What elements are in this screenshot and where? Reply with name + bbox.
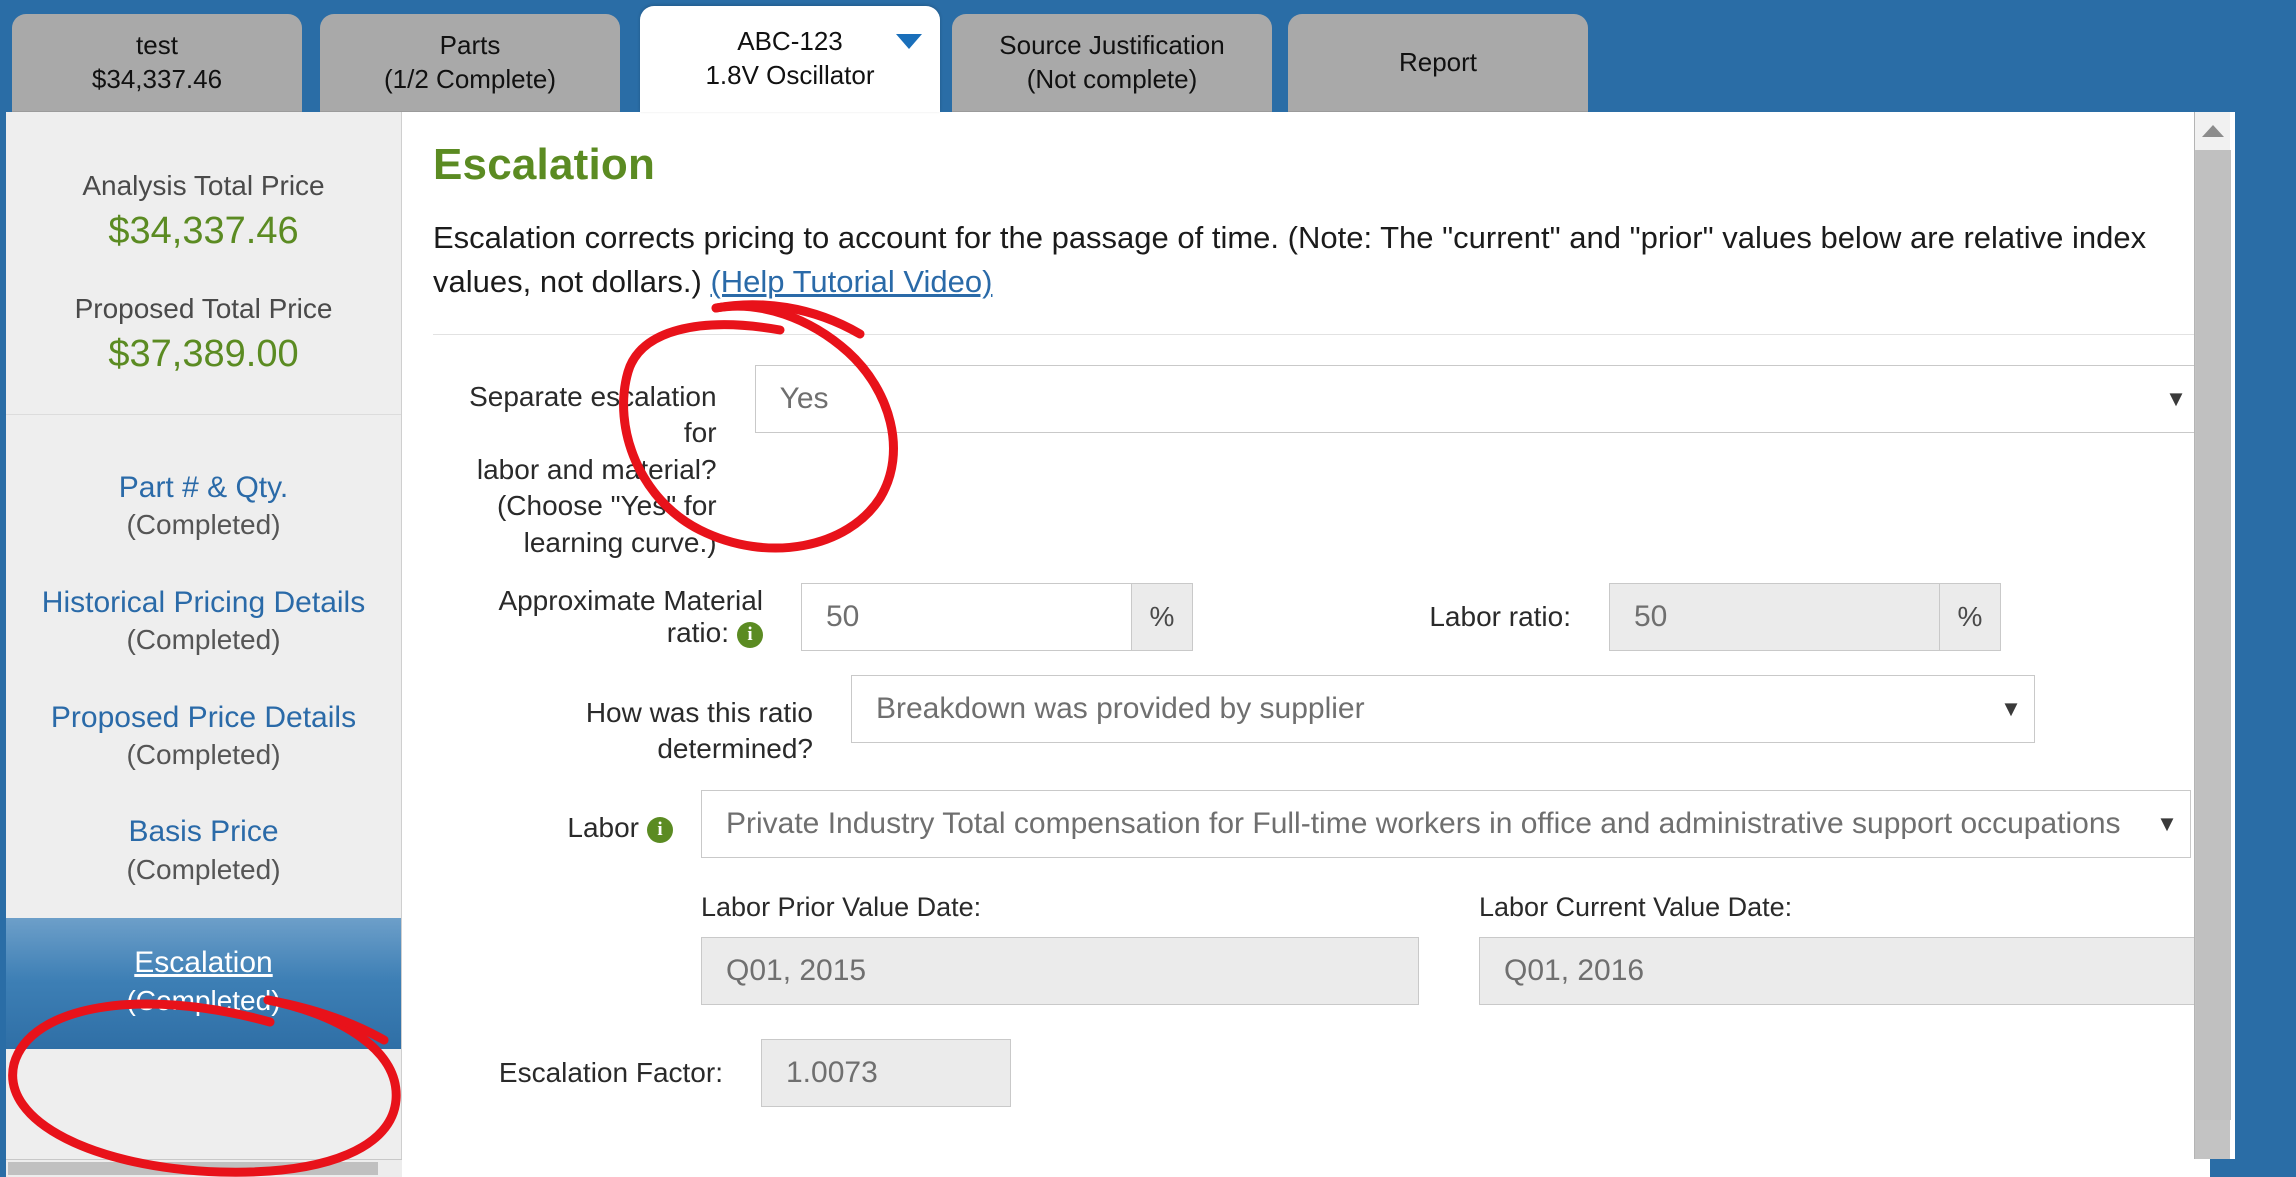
chevron-down-icon[interactable]: ▼ — [2153, 386, 2199, 412]
separate-escalation-label: Separate escalation for labor and materi… — [433, 365, 717, 561]
field-row-ratios: Approximate Material ratio: i 50 % Labor … — [433, 582, 2200, 651]
sidebar-item-state: (Completed) — [126, 509, 281, 541]
escalation-form: Separate escalation for labor and materi… — [433, 335, 2200, 1107]
field-row-labor-dates: Labor Prior Value Date: Q01, 2015 Labor … — [701, 892, 2200, 1005]
vertical-scroll-thumb[interactable] — [2196, 150, 2231, 1120]
sidebar-item-basis-price[interactable]: Basis Price (Completed) — [6, 803, 401, 918]
tab-label-line1: Parts — [439, 30, 501, 61]
field-row-labor-index: Labor i Private Industry Total compensati… — [433, 789, 2200, 858]
sidebar-item-label: Basis Price — [128, 815, 279, 849]
ratio-determined-label: How was this ratio determined? — [585, 696, 813, 765]
sidebar-item-label: Part # & Qty. — [118, 471, 289, 504]
tab-test[interactable]: test $34,337.46 — [12, 14, 302, 112]
analysis-total-price-value: $34,337.46 — [108, 210, 299, 252]
chevron-down-icon[interactable] — [896, 34, 922, 49]
labor-prior-value-date-label: Labor Prior Value Date: — [701, 891, 982, 922]
proposed-total-price-label: Proposed Total Price — [74, 293, 333, 324]
tab-label-line1: test — [136, 30, 178, 61]
analysis-total-price-label: Analysis Total Price — [82, 170, 325, 201]
arrow-up-icon — [2201, 125, 2224, 137]
labor-current-value-date-input: Q01, 2016 — [1479, 936, 2197, 1005]
sidebar-item-state: (Completed) — [126, 853, 281, 885]
tab-label-line1: Source Justification — [999, 30, 1225, 61]
sidebar-nav: Part # & Qty. (Completed) Historical Pri… — [6, 415, 401, 1049]
labor-ratio-unit: % — [1939, 582, 2001, 651]
material-ratio-input[interactable]: 50 — [801, 582, 1131, 651]
separate-escalation-select[interactable]: Yes ▼ — [754, 365, 2200, 434]
material-ratio-label-text: Approximate Material ratio: — [498, 584, 763, 648]
sidebar-item-state: (Completed) — [126, 738, 281, 770]
material-ratio-group: 50 % — [801, 582, 1193, 651]
main-content: Escalation Escalation corrects pricing t… — [403, 112, 2235, 1159]
labor-current-value-date-group: Labor Current Value Date: Q01, 2016 — [1479, 892, 2197, 1005]
separate-escalation-label-line2: labor and material? — [476, 453, 717, 485]
labor-prior-value-date-input: Q01, 2015 — [701, 936, 1419, 1005]
horizontal-scroll-thumb[interactable] — [8, 1162, 378, 1175]
separate-escalation-label-line4: learning curve.) — [523, 526, 717, 558]
horizontal-scrollbar[interactable] — [6, 1159, 402, 1177]
labor-index-select[interactable]: Private Industry Total compensation for … — [701, 789, 2191, 858]
separate-escalation-label-line3: (Choose "Yes" for — [496, 490, 717, 522]
proposed-total-price-value: $37,389.00 — [108, 333, 299, 375]
material-ratio-label: Approximate Material ratio: i — [433, 585, 763, 649]
chevron-down-icon[interactable]: ▼ — [1988, 696, 2034, 722]
field-row-separate-escalation: Separate escalation for labor and materi… — [433, 365, 2200, 561]
field-row-ratio-determined: How was this ratio determined? Breakdown… — [433, 674, 2200, 768]
sidebar-item-label: Escalation — [134, 946, 273, 980]
tab-label-line2: 1.8V Oscillator — [705, 60, 875, 90]
tab-bar: test $34,337.46 Parts (1/2 Complete) ABC… — [0, 0, 2296, 112]
ratio-determined-select[interactable]: Breakdown was provided by supplier ▼ — [851, 674, 2035, 743]
labor-index-value: Private Industry Total compensation for … — [726, 806, 2121, 840]
labor-index-label: Labor i — [433, 790, 673, 846]
info-icon[interactable]: i — [737, 621, 763, 648]
info-icon[interactable]: i — [647, 816, 673, 843]
tab-label-line2: (Not complete) — [1026, 64, 1198, 94]
tab-label-line1: Report — [1398, 47, 1478, 78]
sidebar-item-escalation[interactable]: Escalation (Completed) — [6, 918, 401, 1049]
escalation-factor-input: 1.0073 — [761, 1038, 1011, 1107]
labor-index-label-text: Labor — [567, 811, 639, 843]
tab-report[interactable]: Report — [1288, 14, 1588, 112]
page-description-text: Escalation corrects pricing to account f… — [433, 220, 2147, 300]
labor-ratio-label: Labor ratio: — [1429, 600, 1571, 632]
tab-abc-123[interactable]: ABC-123 1.8V Oscillator — [640, 6, 940, 112]
sidebar-item-label: Historical Pricing Details — [41, 585, 366, 619]
sidebar-item-part-qty[interactable]: Part # & Qty. (Completed) — [6, 459, 401, 574]
help-tutorial-video-link[interactable]: (Help Tutorial Video) — [710, 264, 992, 299]
tab-source-justification[interactable]: Source Justification (Not complete) — [952, 14, 1272, 112]
chevron-down-icon[interactable]: ▼ — [2144, 811, 2190, 837]
material-ratio-unit: % — [1131, 582, 1193, 651]
tab-label-line2: $34,337.46 — [91, 64, 223, 94]
tab-label-line2: (1/2 Complete) — [384, 64, 556, 94]
sidebar: Analysis Total Price $34,337.46 Proposed… — [6, 112, 402, 1159]
field-row-escalation-factor: Escalation Factor: 1.0073 — [433, 1038, 2200, 1107]
sidebar-totals: Analysis Total Price $34,337.46 Proposed… — [6, 112, 401, 415]
tab-parts[interactable]: Parts (1/2 Complete) — [320, 14, 620, 112]
sidebar-item-state: (Completed) — [126, 624, 281, 656]
page-title: Escalation — [433, 140, 656, 189]
sidebar-item-state: (Completed) — [126, 984, 281, 1016]
vertical-scrollbar[interactable] — [2194, 112, 2231, 1159]
separate-escalation-value: Yes — [779, 382, 829, 416]
separate-escalation-label-line1: Separate escalation for — [469, 381, 717, 449]
sidebar-item-proposed-price-details[interactable]: Proposed Price Details (Completed) — [6, 689, 401, 804]
page-description: Escalation corrects pricing to account f… — [433, 216, 2200, 304]
ratio-determined-value: Breakdown was provided by supplier — [876, 691, 1365, 725]
labor-ratio-input: 50 — [1609, 582, 1939, 651]
tab-label-line1: ABC-123 — [737, 26, 843, 57]
sidebar-item-label: Proposed Price Details — [50, 700, 357, 734]
labor-prior-value-date-group: Labor Prior Value Date: Q01, 2015 — [701, 892, 1419, 1005]
application-window: test $34,337.46 Parts (1/2 Complete) ABC… — [0, 0, 2296, 1177]
scroll-up-button[interactable] — [2195, 112, 2230, 150]
escalation-factor-label: Escalation Factor: — [498, 1056, 723, 1088]
labor-current-value-date-label: Labor Current Value Date: — [1479, 891, 1793, 922]
labor-ratio-group: 50 % — [1609, 582, 2001, 651]
sidebar-item-historical-pricing-details[interactable]: Historical Pricing Details (Completed) — [6, 574, 401, 689]
